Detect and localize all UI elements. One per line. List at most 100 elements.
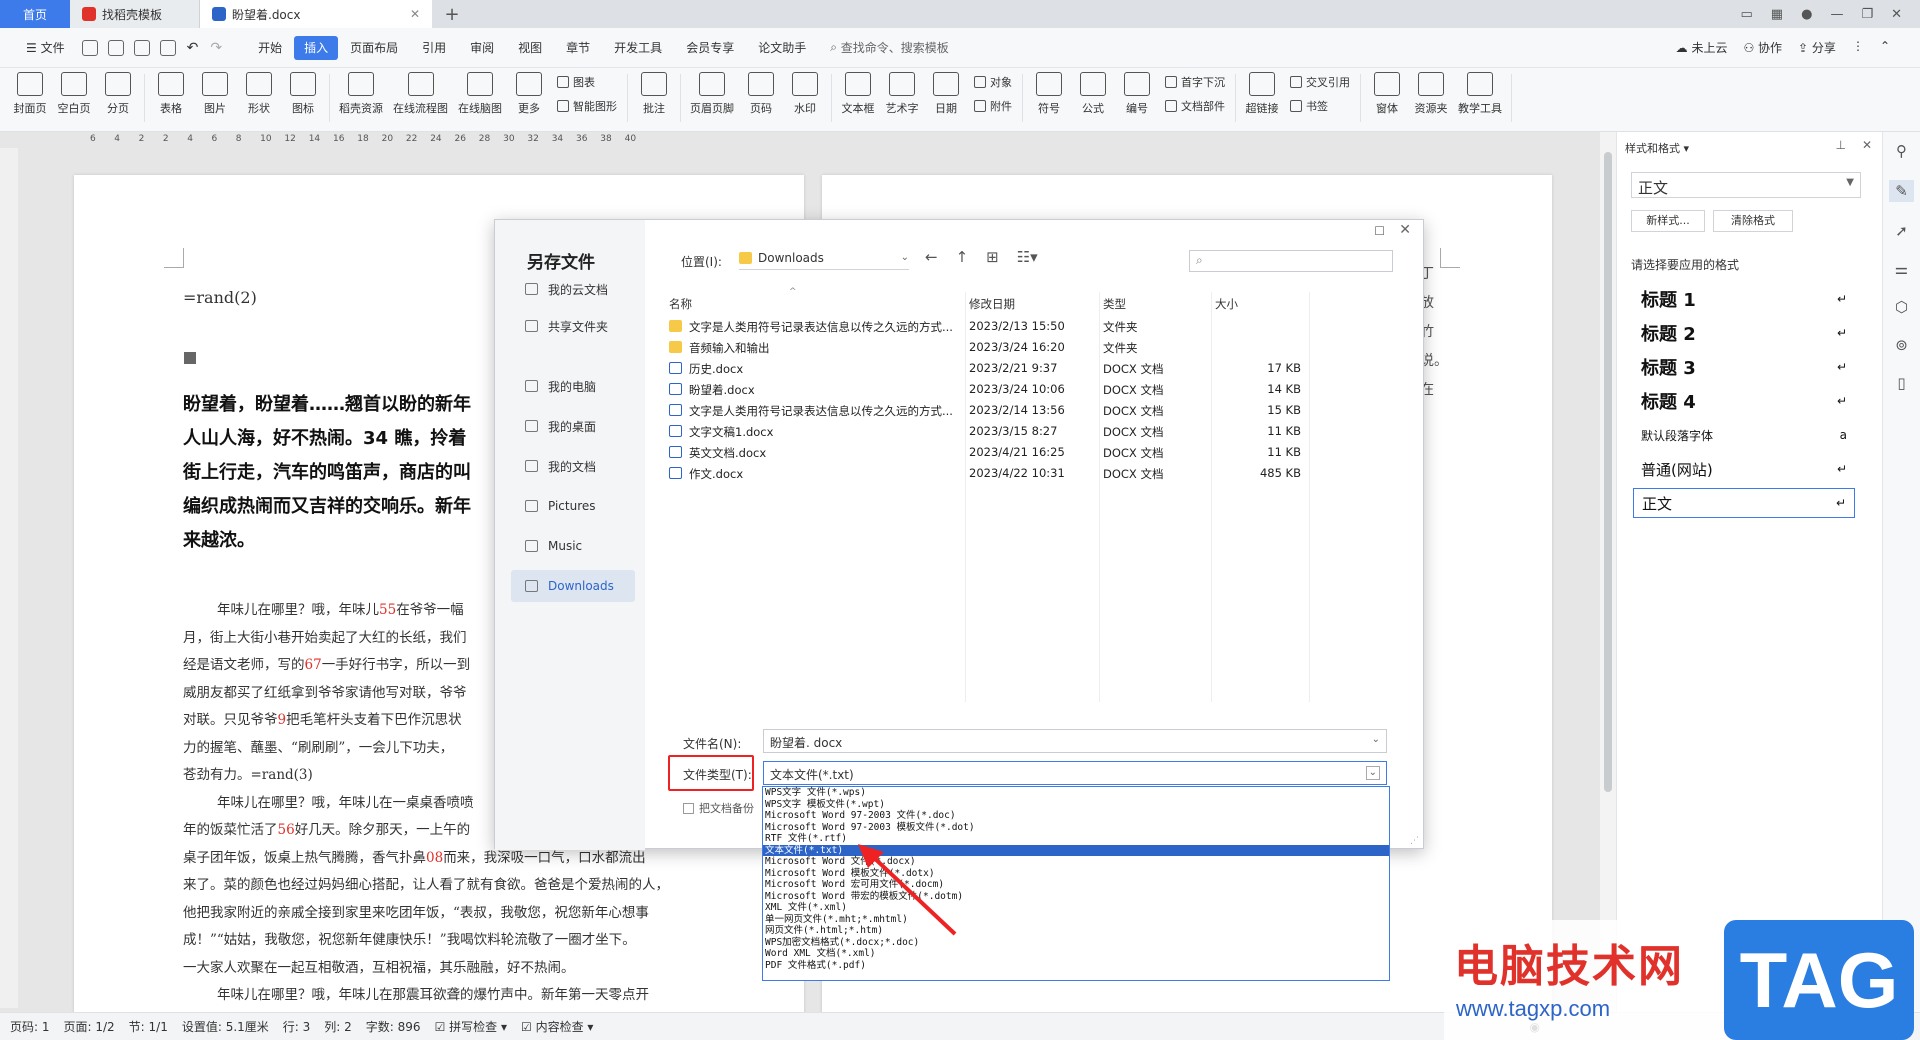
menu-tab-1[interactable]: 插入 <box>294 35 339 60</box>
new-style-button[interactable]: 新样式... <box>1631 210 1705 232</box>
menu-tab-4[interactable]: 审阅 <box>458 36 506 60</box>
apps-icon[interactable]: ▦ <box>1771 7 1783 22</box>
filetype-option-2[interactable]: Microsoft Word 97-2003 文件(*.doc) <box>763 810 1389 822</box>
filename-input[interactable]: 盼望着. docx ⌄ <box>763 729 1387 753</box>
nav-item-7[interactable]: Downloads <box>511 570 635 602</box>
status-pages[interactable]: 页面: 1/2 <box>64 1018 115 1035</box>
close-panel-icon[interactable]: ✕ <box>1862 138 1872 152</box>
search-command[interactable]: ⌕ 查找命令、搜索模板 <box>818 36 961 60</box>
ribbon-small-smart[interactable]: 智能图形 <box>557 98 617 114</box>
scroll-thumb[interactable] <box>1604 152 1612 792</box>
clear-format-button[interactable]: 清除格式 <box>1713 210 1793 232</box>
ribbon-button-22[interactable]: 窗体 <box>1365 68 1409 116</box>
undo-icon[interactable]: ↶ <box>187 40 199 56</box>
content-check[interactable]: ☑ 内容检查 ▾ <box>521 1018 593 1035</box>
ribbon-button-10[interactable]: 更多 <box>507 68 551 116</box>
close-tab-icon[interactable]: ✕ <box>410 7 420 21</box>
export-icon[interactable] <box>107 39 124 56</box>
vertical-scrollbar[interactable] <box>1600 132 1616 1012</box>
nav-item-4[interactable]: 我的文档 <box>511 450 635 482</box>
ribbon-button-13[interactable]: 页码 <box>739 68 783 116</box>
collapse-ribbon-icon[interactable]: ⌃ <box>1880 39 1890 56</box>
style-item-4[interactable]: 默认段落字体 a <box>1633 420 1855 450</box>
style-item-3[interactable]: 标题 4 ↵ <box>1633 386 1855 416</box>
ribbon-button-16[interactable]: 艺术字 <box>880 68 924 116</box>
file-row[interactable]: 文字是人类用符号记录表达信息以传之久远的方式... 2023/2/13 15:50… <box>669 316 1439 337</box>
filetype-option-3[interactable]: Microsoft Word 97-2003 模板文件(*.dot) <box>763 822 1389 834</box>
ribbon-button-12[interactable]: 页眉页脚 <box>685 68 739 116</box>
style-item-5[interactable]: 普通(网站) ↵ <box>1633 454 1855 484</box>
ribbon-button-14[interactable]: 水印 <box>783 68 827 116</box>
preview-icon[interactable] <box>159 39 176 56</box>
tool-icon-1[interactable]: ⚲ <box>1896 142 1907 160</box>
nav-tool-icon[interactable]: ⊚ <box>1895 336 1908 354</box>
avatar[interactable]: ● <box>1801 7 1812 22</box>
style-item-2[interactable]: 标题 3 ↵ <box>1633 352 1855 382</box>
resize-grip-icon[interactable]: ⋰ <box>1410 836 1419 846</box>
layout-icon[interactable]: ▭ <box>1741 7 1753 22</box>
col-date[interactable]: 修改日期 <box>969 296 1015 312</box>
ribbon-button-9[interactable]: 在线脑图 <box>453 68 507 116</box>
menu-tab-9[interactable]: 论文助手 <box>746 36 818 60</box>
status-setting[interactable]: 设置值: 5.1厘米 <box>182 1018 269 1035</box>
ribbon-small-dropcap[interactable]: 首字下沉 <box>1165 74 1225 90</box>
spell-check[interactable]: ☑ 拼写检查 ▾ <box>435 1018 507 1035</box>
ribbon-small-attach[interactable]: 附件 <box>974 98 1012 114</box>
tab-document[interactable]: 盼望着.docx ✕ <box>200 0 432 28</box>
nav-item-5[interactable]: Pictures <box>511 490 635 522</box>
col-name[interactable]: 名称 <box>669 296 692 312</box>
current-style-select[interactable]: 正文 ▼ <box>1631 172 1861 198</box>
file-row[interactable]: 英文文档.docx 2023/4/21 16:25 DOCX 文档 11 KB <box>669 442 1439 463</box>
adjust-tool-icon[interactable]: ⚌ <box>1895 260 1908 278</box>
select-tool-icon[interactable]: ➚ <box>1895 222 1908 240</box>
ribbon-button-7[interactable]: 稻壳资源 <box>334 68 388 116</box>
ribbon-button-23[interactable]: 资源夹 <box>1409 68 1453 116</box>
col-size[interactable]: 大小 <box>1215 296 1238 312</box>
status-page[interactable]: 页码: 1 <box>10 1018 50 1035</box>
shape-tool-icon[interactable]: ⬡ <box>1895 298 1908 316</box>
ribbon-small-chart[interactable]: 图表 <box>557 74 617 90</box>
nav-item-1[interactable]: 共享文件夹 <box>511 310 635 342</box>
ribbon-button-2[interactable]: 分页 <box>96 68 140 116</box>
menu-tab-0[interactable]: 开始 <box>246 36 294 60</box>
menu-tab-2[interactable]: 页面布局 <box>338 36 410 60</box>
ribbon-button-18[interactable]: 符号 <box>1027 68 1071 116</box>
save-icon[interactable] <box>81 39 98 56</box>
ribbon-button-0[interactable]: 封面页 <box>8 68 52 116</box>
ribbon-small-object[interactable]: 对象 <box>974 74 1012 90</box>
menu-tab-5[interactable]: 视图 <box>506 36 554 60</box>
new-tab-button[interactable]: + <box>432 0 472 28</box>
tab-home[interactable]: 首页 <box>0 0 70 28</box>
style-item-6[interactable]: 正文 ↵ <box>1633 488 1855 518</box>
ribbon-button-17[interactable]: 日期 <box>924 68 968 116</box>
collab-button[interactable]: ⚇ 协作 <box>1743 39 1782 56</box>
close-window-icon[interactable]: ✕ <box>1891 7 1902 22</box>
file-row[interactable]: 盼望着.docx 2023/3/24 10:06 DOCX 文档 14 KB <box>669 379 1439 400</box>
minimize-icon[interactable]: — <box>1830 7 1843 22</box>
nav-item-2[interactable]: 我的电脑 <box>511 370 635 402</box>
file-menu[interactable]: ☰ 文件 <box>14 36 77 60</box>
book-tool-icon[interactable]: ▯ <box>1897 374 1905 392</box>
ribbon-button-8[interactable]: 在线流程图 <box>388 68 453 116</box>
menu-tab-8[interactable]: 会员专享 <box>674 36 746 60</box>
filetype-option-1[interactable]: WPS文字 模板文件(*.wpt) <box>763 799 1389 811</box>
ribbon-button-11[interactable]: 批注 <box>632 68 676 116</box>
ribbon-small-crossref[interactable]: 交叉引用 <box>1290 74 1350 90</box>
ribbon-small-docpart[interactable]: 文档部件 <box>1165 98 1225 114</box>
nav-item-3[interactable]: 我的桌面 <box>511 410 635 442</box>
ribbon-button-19[interactable]: 公式 <box>1071 68 1115 116</box>
ribbon-button-5[interactable]: 形状 <box>237 68 281 116</box>
more-icon[interactable]: ⋮ <box>1852 39 1864 56</box>
pin-icon[interactable]: ⊥ <box>1836 138 1846 152</box>
filetype-select[interactable]: 文本文件(*.txt) ⌄ <box>763 761 1387 785</box>
status-words[interactable]: 字数: 896 <box>366 1018 421 1035</box>
cloud-status[interactable]: ☁ 未上云 <box>1676 39 1728 56</box>
file-row[interactable]: 文字文稿1.docx 2023/3/15 8:27 DOCX 文档 11 KB <box>669 421 1439 442</box>
ribbon-button-6[interactable]: 图标 <box>281 68 325 116</box>
print-icon[interactable] <box>133 39 150 56</box>
col-type[interactable]: 类型 <box>1103 296 1126 312</box>
file-row[interactable]: 文字是人类用符号记录表达信息以传之久远的方式... 2023/2/14 13:56… <box>669 400 1439 421</box>
menu-tab-6[interactable]: 章节 <box>554 36 602 60</box>
filetype-option-0[interactable]: WPS文字 文件(*.wps) <box>763 787 1389 799</box>
nav-item-0[interactable]: 我的云文档 <box>511 273 635 305</box>
